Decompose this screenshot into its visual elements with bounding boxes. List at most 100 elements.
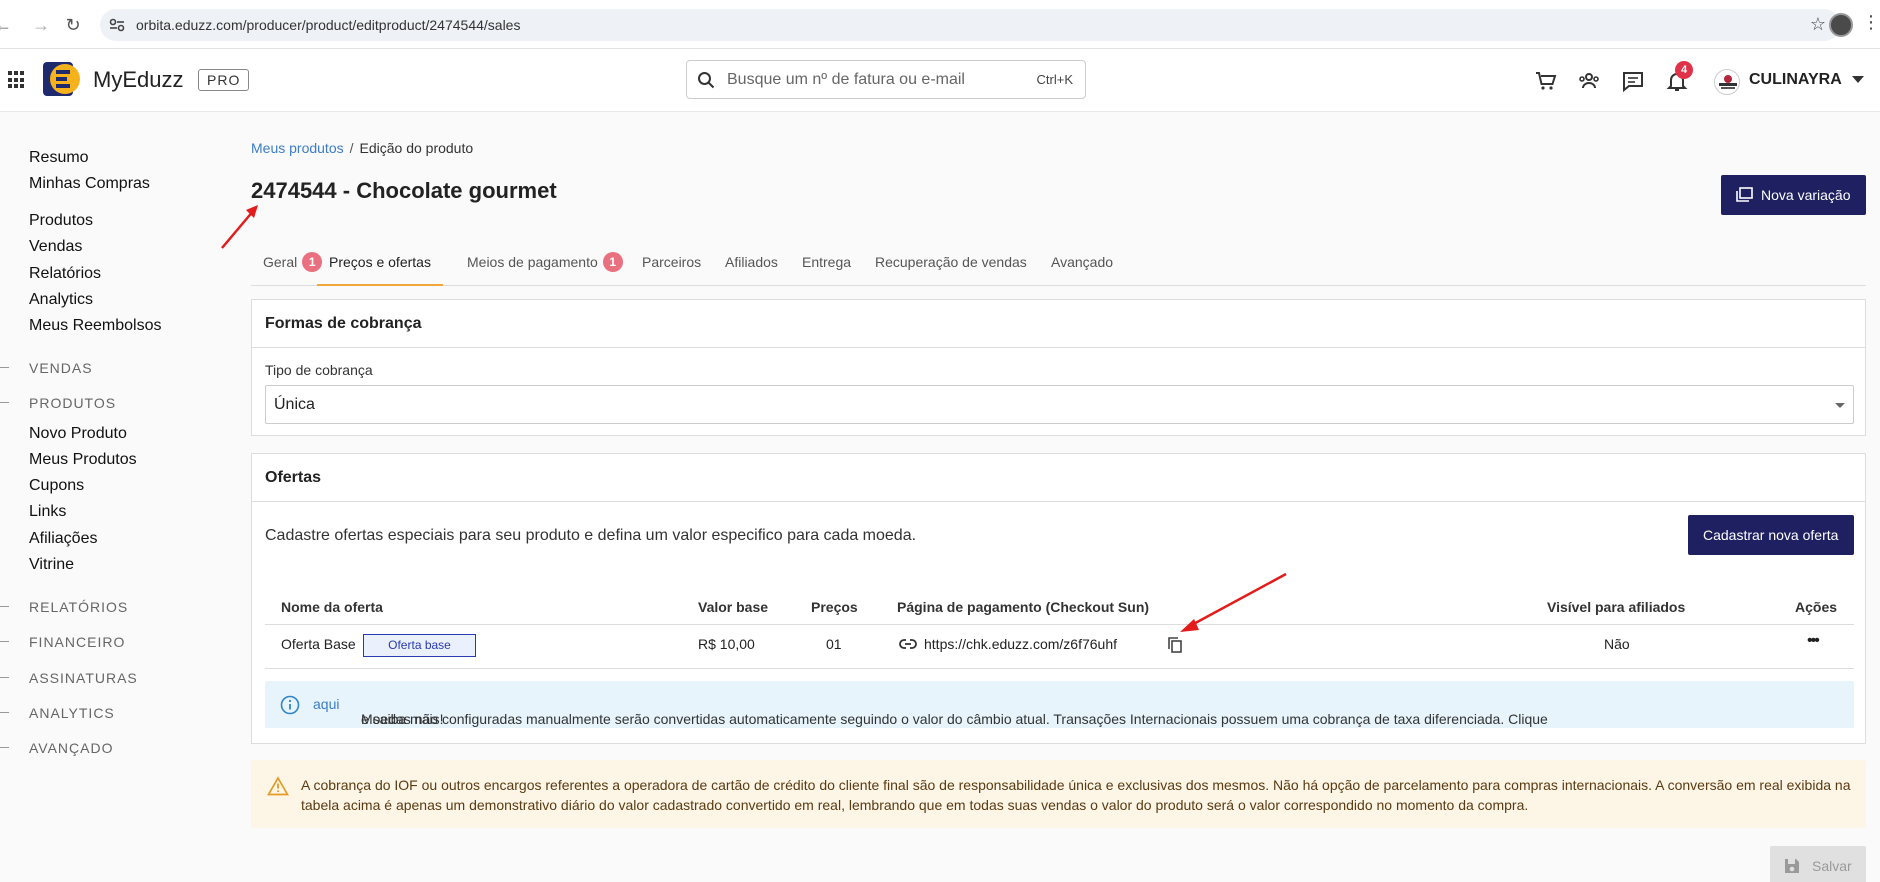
sidebar-item-links[interactable]: Links <box>29 503 66 521</box>
tab-label: Parceiros <box>642 254 702 270</box>
col-header-checkout: Página de pagamento (Checkout Sun) <box>897 599 1150 615</box>
save-button[interactable]: Salvar <box>1770 846 1866 882</box>
sidebar-item-cupons[interactable]: Cupons <box>29 477 84 495</box>
apps-grid-icon[interactable] <box>8 71 26 89</box>
billing-type-label: Tipo de cobrança <box>265 362 373 378</box>
sidebar-item-meus-reembolsos[interactable]: Meus Reembolsos <box>29 317 162 335</box>
save-label: Salvar <box>1812 858 1852 874</box>
sidebar-divider <box>0 641 9 642</box>
annotation-arrow-icon <box>221 205 258 249</box>
sidebar-item-meus-produtos[interactable]: Meus Produtos <box>29 451 137 469</box>
sidebar-section-relatorios[interactable]: RELATÓRIOS <box>29 599 128 615</box>
sidebar-item-novo-produto[interactable]: Novo Produto <box>29 425 127 443</box>
sidebar-section-analytics[interactable]: ANALYTICS <box>29 705 115 721</box>
address-bar[interactable]: orbita.eduzz.com/producer/product/editpr… <box>100 9 1840 41</box>
new-variation-button[interactable]: Nova variação <box>1721 175 1866 215</box>
user-avatar[interactable] <box>1714 69 1740 95</box>
info-icon <box>280 695 300 715</box>
sidebar-section-avancado[interactable]: AVANÇADO <box>29 740 114 756</box>
sidebar-divider <box>0 367 9 368</box>
sidebar-item-afiliacoes[interactable]: Afiliações <box>29 530 97 548</box>
tab-precos-e-ofertas[interactable]: Preços e ofertas <box>317 254 443 286</box>
tab-label: Afiliados <box>725 254 778 270</box>
browser-profile-avatar[interactable] <box>1829 13 1853 37</box>
back-icon[interactable]: ← <box>0 14 14 36</box>
search-box[interactable]: Busque um nº de fatura ou e-mail Ctrl+K <box>686 60 1086 99</box>
chevron-down-icon <box>1835 403 1845 408</box>
tab-label: Avançado <box>1051 254 1114 270</box>
tab-meios-de-pagamento[interactable]: Meios de pagamento 1 <box>467 251 623 286</box>
billing-panel-title: Formas de cobrança <box>252 300 1865 348</box>
browser-menu-icon[interactable]: ⋮ <box>1862 12 1880 33</box>
users-icon[interactable] <box>1577 69 1601 93</box>
tab-geral[interactable]: Geral 1 <box>263 251 323 286</box>
col-header-visible: Visível para afiliados <box>1547 599 1686 615</box>
offer-visible: Não <box>1604 636 1630 652</box>
sidebar-divider <box>0 402 9 403</box>
brand-name[interactable]: MyEduzz <box>93 67 183 93</box>
site-settings-icon[interactable] <box>108 16 126 34</box>
tab-label: Preços e ofertas <box>329 254 431 270</box>
tab-label: Geral <box>263 254 298 270</box>
breadcrumb-separator: / <box>349 140 354 156</box>
new-variation-label: Nova variação <box>1761 187 1851 203</box>
offer-checkout-url[interactable]: https://chk.eduzz.com/z6f76uhf <box>924 636 1117 652</box>
sidebar-section-financeiro[interactable]: FINANCEIRO <box>29 634 125 650</box>
sidebar-item-relatorios[interactable]: Relatórios <box>29 265 101 283</box>
plan-badge: PRO <box>198 69 250 91</box>
offers-description: Cadastre ofertas especiais para seu prod… <box>265 527 917 544</box>
app-header: MyEduzz PRO Busque um nº de fatura ou e-… <box>0 49 1880 112</box>
sidebar-item-produtos[interactable]: Produtos <box>29 212 93 230</box>
tab-avancado[interactable]: Avançado <box>1051 254 1113 286</box>
tab-label: Meios de pagamento <box>467 254 598 270</box>
page-title: 2474544 - Chocolate gourmet <box>251 178 557 203</box>
tab-recuperacao-de-vendas[interactable]: Recuperação de vendas <box>875 254 1027 286</box>
search-input[interactable]: Busque um nº de fatura ou e-mail <box>727 71 965 89</box>
billing-type-select[interactable]: Única <box>265 385 1854 424</box>
user-name[interactable]: CULINAYRA <box>1749 71 1842 89</box>
bookmark-star-icon[interactable]: ☆ <box>1810 14 1826 35</box>
col-header-prices: Preços <box>811 599 858 615</box>
tab-label: Recuperação de vendas <box>875 254 1027 270</box>
link-icon <box>899 639 917 649</box>
col-header-actions: Ações <box>1795 599 1838 615</box>
offers-panel: Ofertas Cadastre ofertas especiais para … <box>251 453 1866 744</box>
url-text[interactable]: orbita.eduzz.com/producer/product/editpr… <box>136 17 520 33</box>
sidebar-item-vitrine[interactable]: Vitrine <box>29 556 74 574</box>
sidebar-divider <box>0 747 9 748</box>
forward-icon[interactable]: → <box>30 14 52 36</box>
sidebar-item-resumo[interactable]: Resumo <box>29 149 89 167</box>
cart-icon[interactable] <box>1534 69 1558 93</box>
tab-parceiros[interactable]: Parceiros <box>642 254 701 286</box>
info-suffix: e saiba mais! <box>361 711 444 727</box>
search-icon <box>698 72 715 89</box>
search-shortcut: Ctrl+K <box>1036 72 1073 87</box>
sidebar-section-produtos[interactable]: PRODUTOS <box>29 395 116 411</box>
new-offer-button[interactable]: Cadastrar nova oferta <box>1688 515 1854 555</box>
sidebar-item-vendas[interactable]: Vendas <box>29 238 82 256</box>
tab-afiliados[interactable]: Afiliados <box>725 254 778 286</box>
breadcrumb-link-meus-produtos[interactable]: Meus produtos <box>251 140 344 156</box>
offers-panel-title: Ofertas <box>252 454 1865 502</box>
sidebar-section-assinaturas[interactable]: ASSINATURAS <box>29 670 138 686</box>
table-divider <box>265 624 1854 625</box>
offer-base-value: R$ 10,00 <box>698 636 755 652</box>
sidebar-section-vendas[interactable]: VENDAS <box>29 360 93 376</box>
save-icon <box>1785 859 1799 873</box>
copy-icon[interactable] <box>1167 637 1183 654</box>
sidebar-item-minhas-compras[interactable]: Minhas Compras <box>29 175 150 193</box>
table-divider <box>265 668 1854 669</box>
more-actions-icon[interactable]: ••• <box>1807 632 1820 650</box>
reload-icon[interactable]: ↻ <box>62 14 84 36</box>
tab-label: Entrega <box>802 254 852 270</box>
info-link-aqui[interactable]: aqui <box>313 696 339 712</box>
chat-icon[interactable] <box>1621 69 1645 93</box>
breadcrumb-current: Edição do produto <box>359 140 474 156</box>
offer-base-tag: Oferta base <box>363 634 476 657</box>
col-header-name: Nome da oferta <box>281 599 383 615</box>
user-menu-chevron-down-icon[interactable] <box>1852 76 1864 83</box>
offer-name: Oferta Base <box>281 636 356 652</box>
eduzz-logo[interactable] <box>43 62 81 96</box>
tab-entrega[interactable]: Entrega <box>802 254 851 286</box>
sidebar-item-analytics[interactable]: Analytics <box>29 291 93 309</box>
